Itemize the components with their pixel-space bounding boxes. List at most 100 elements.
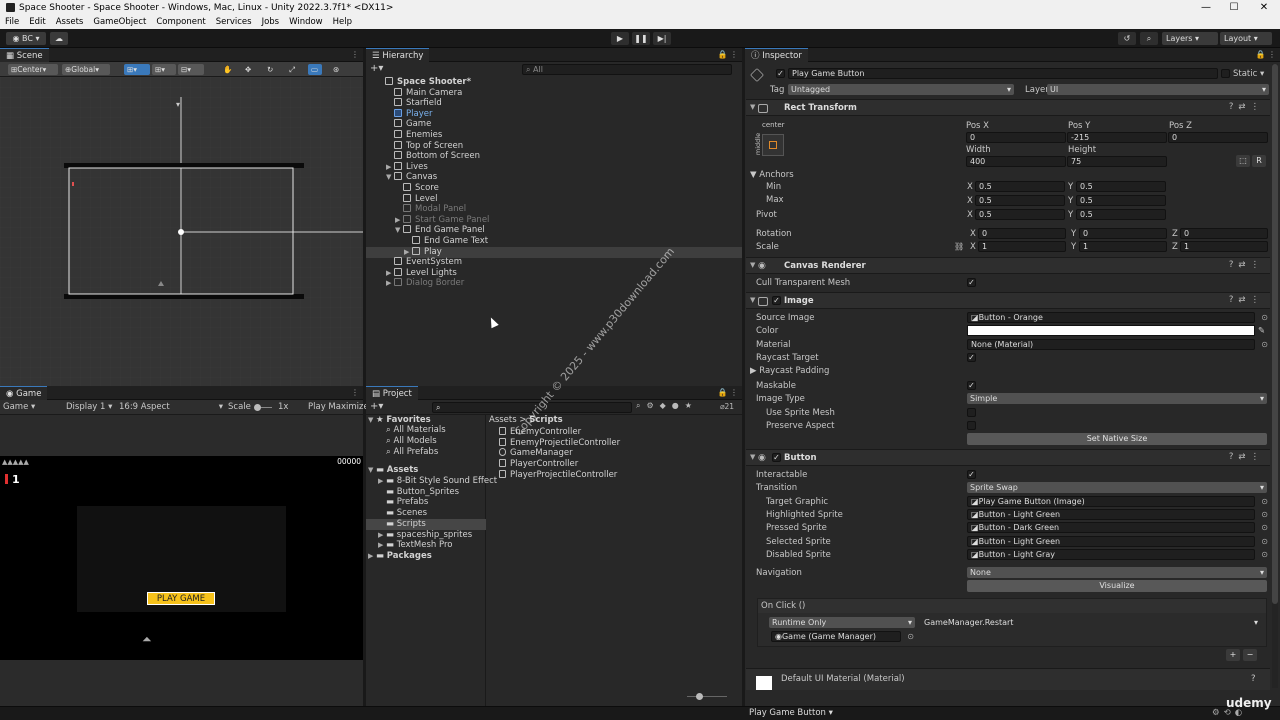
menu-help[interactable]: Help [328, 17, 357, 27]
minimize-button[interactable]: — [1192, 0, 1220, 15]
script-file[interactable]: PlayerController [499, 459, 578, 470]
hierarchy-item[interactable]: ▶ Lives [366, 161, 742, 173]
hierarchy-item[interactable]: ▶ Dialog Border [366, 278, 742, 289]
menu-assets[interactable]: Assets [51, 17, 89, 27]
grid-snap-icon[interactable]: ⊞▾ [124, 64, 150, 75]
account-dropdown[interactable]: ◉ BC ▾ [6, 32, 46, 45]
expand-arrow-icon[interactable]: ▶ [386, 268, 394, 279]
udemy-logo: udemy [1226, 696, 1272, 710]
expand-arrow-icon[interactable]: ▶ [404, 247, 412, 258]
transform-tool-icon[interactable]: ⊛ [330, 64, 344, 75]
icon-size-slider[interactable] [687, 696, 727, 697]
menu-services[interactable]: Services [211, 17, 257, 27]
hierarchy-item[interactable]: Modal Panel [366, 204, 742, 215]
favorite-all-prefabs[interactable]: ⌕ All Prefabs [386, 447, 438, 458]
folder-textmesh-pro[interactable]: ▶ ▬ TextMesh Pro [378, 540, 453, 551]
move-tool-icon[interactable]: ✥ [242, 64, 256, 75]
more-icon[interactable]: ⋮ [351, 386, 359, 400]
scene-view[interactable]: ▾ [0, 77, 363, 386]
hierarchy-item[interactable]: Bottom of Screen [366, 151, 742, 162]
tab-scene[interactable]: ▦ Scene [0, 48, 49, 62]
search-icon[interactable]: ⌕ [1140, 32, 1158, 45]
display-dropdown[interactable]: Display 1 ▾ [66, 402, 112, 412]
hierarchy-item[interactable]: Main Camera [366, 87, 742, 99]
layout-dropdown[interactable]: Layout ▾ [1220, 32, 1272, 45]
step-icon[interactable]: ▶| [653, 32, 671, 45]
selection-label[interactable]: Play Game Button ▾ [749, 708, 833, 718]
hierarchy-item[interactable]: Level [366, 193, 742, 205]
hierarchy-item[interactable]: Score [366, 183, 742, 194]
expand-arrow-icon[interactable]: ▶ [386, 278, 394, 289]
hierarchy-item[interactable]: ▶ Start Game Panel [366, 214, 742, 226]
play-game-button[interactable]: PLAY GAME [147, 592, 215, 605]
title-bar: Space Shooter - Space Shooter - Windows,… [0, 0, 1280, 15]
hierarchy-item[interactable]: Player [366, 108, 742, 120]
gameobject-icon [403, 183, 411, 191]
hierarchy-item[interactable]: ▼ End Game Panel [366, 225, 742, 236]
hand-tool-icon[interactable]: ✋ [220, 64, 234, 75]
pivot-dropdown[interactable]: ⊞Center▾ [8, 64, 58, 75]
history-icon[interactable]: ↺ [1118, 32, 1136, 45]
cloud-icon[interactable]: ☁ [50, 32, 68, 45]
aspect-dropdown[interactable]: 16:9 Aspect ▾ [119, 402, 223, 412]
close-button[interactable]: ✕ [1250, 0, 1278, 15]
scale-tool-icon[interactable]: ⤢ [286, 64, 300, 75]
hierarchy-item[interactable]: Game [366, 119, 742, 130]
menu-file[interactable]: File [0, 17, 24, 27]
layers-dropdown[interactable]: Layers ▾ [1162, 32, 1218, 45]
scale-slider-handle[interactable] [254, 404, 261, 411]
menu-component[interactable]: Component [151, 17, 210, 27]
add-icon[interactable]: +▾ [370, 401, 383, 412]
menu-edit[interactable]: Edit [24, 17, 50, 27]
hierarchy-item[interactable]: ▼ Canvas [366, 172, 742, 183]
folder-scenes[interactable]: ▬ Scenes [386, 508, 427, 519]
tab-project[interactable]: ▤ Project [366, 386, 418, 400]
tab-inspector[interactable]: ⓘ Inspector [745, 48, 808, 62]
expand-arrow-icon[interactable]: ▼ [395, 225, 403, 236]
grid-icon[interactable]: ⊞▾ [152, 64, 176, 75]
increment-snap-icon[interactable]: ⊟▾ [178, 64, 204, 75]
favorite-all-materials[interactable]: ⌕ All Materials [386, 425, 446, 436]
folder-sound[interactable]: ▶ ▬ 8-Bit Style Sound Effect [378, 476, 497, 487]
favorite-all-models[interactable]: ⌕ All Models [386, 436, 437, 447]
maximize-button[interactable]: ☐ [1220, 0, 1248, 15]
hierarchy-item[interactable]: ▶ Play [366, 246, 742, 258]
script-file[interactable]: GameManager [499, 448, 573, 459]
assets-header[interactable]: ▼ ▬ Assets [368, 465, 418, 476]
expand-arrow-icon[interactable]: ▶ [395, 215, 403, 226]
rotate-tool-icon[interactable]: ↻ [264, 64, 278, 75]
hierarchy-item[interactable]: Top of Screen [366, 140, 742, 152]
lock-icon[interactable]: 🔒 ⋮ [1255, 48, 1276, 62]
breadcrumb-assets[interactable]: Assets [489, 415, 517, 425]
menu-gameobject[interactable]: GameObject [88, 17, 151, 27]
expand-arrow-icon[interactable]: ▼ [386, 172, 394, 183]
rect-tool-icon[interactable]: ▭ [308, 64, 322, 75]
play-icon[interactable]: ▶ [611, 32, 629, 45]
hierarchy-item[interactable]: Enemies [366, 130, 742, 141]
play-maximize-dropdown[interactable]: Play Maximize [308, 402, 369, 412]
tab-game[interactable]: ◉ Game [0, 386, 48, 400]
add-icon[interactable]: +▾ [370, 63, 383, 74]
game-view[interactable]: ▲▲▲▲▲ 00000 1 PLAY GAME ⏶ [0, 456, 363, 660]
menu-jobs[interactable]: Jobs [257, 17, 285, 27]
lock-icon[interactable]: 🔒 ⋮ [717, 48, 738, 62]
folder-prefabs[interactable]: ▬ Prefabs [386, 497, 428, 508]
filter-icons[interactable]: ⌕⚙◆●★ [636, 401, 698, 411]
hierarchy-item[interactable]: ▶ Level Lights [366, 267, 742, 279]
packages-header[interactable]: ▶ ▬ Packages [368, 551, 432, 562]
expand-arrow-icon[interactable]: ▶ [386, 162, 394, 173]
tab-hierarchy[interactable]: ☰ Hierarchy [366, 48, 430, 62]
menu-window[interactable]: Window [284, 17, 328, 27]
game-mode-dropdown[interactable]: Game ▾ [3, 402, 35, 412]
space-dropdown[interactable]: ⊕Global▾ [62, 64, 110, 75]
folder-scripts[interactable]: ▬ Scripts [366, 519, 486, 530]
hierarchy-item[interactable]: EventSystem [366, 257, 742, 268]
script-file[interactable]: PlayerProjectileController [499, 470, 617, 481]
more-icon[interactable]: ⋮ [351, 48, 359, 62]
hierarchy-search-input[interactable]: ⌕ All [522, 64, 732, 75]
pause-icon[interactable]: ❚❚ [632, 32, 650, 45]
hierarchy-item[interactable]: Starfield [366, 98, 742, 109]
icon-size-slider-handle[interactable] [696, 693, 703, 700]
lock-icon[interactable]: 🔒 ⋮ [717, 386, 738, 400]
hierarchy-item[interactable]: Space Shooter* [366, 77, 742, 88]
